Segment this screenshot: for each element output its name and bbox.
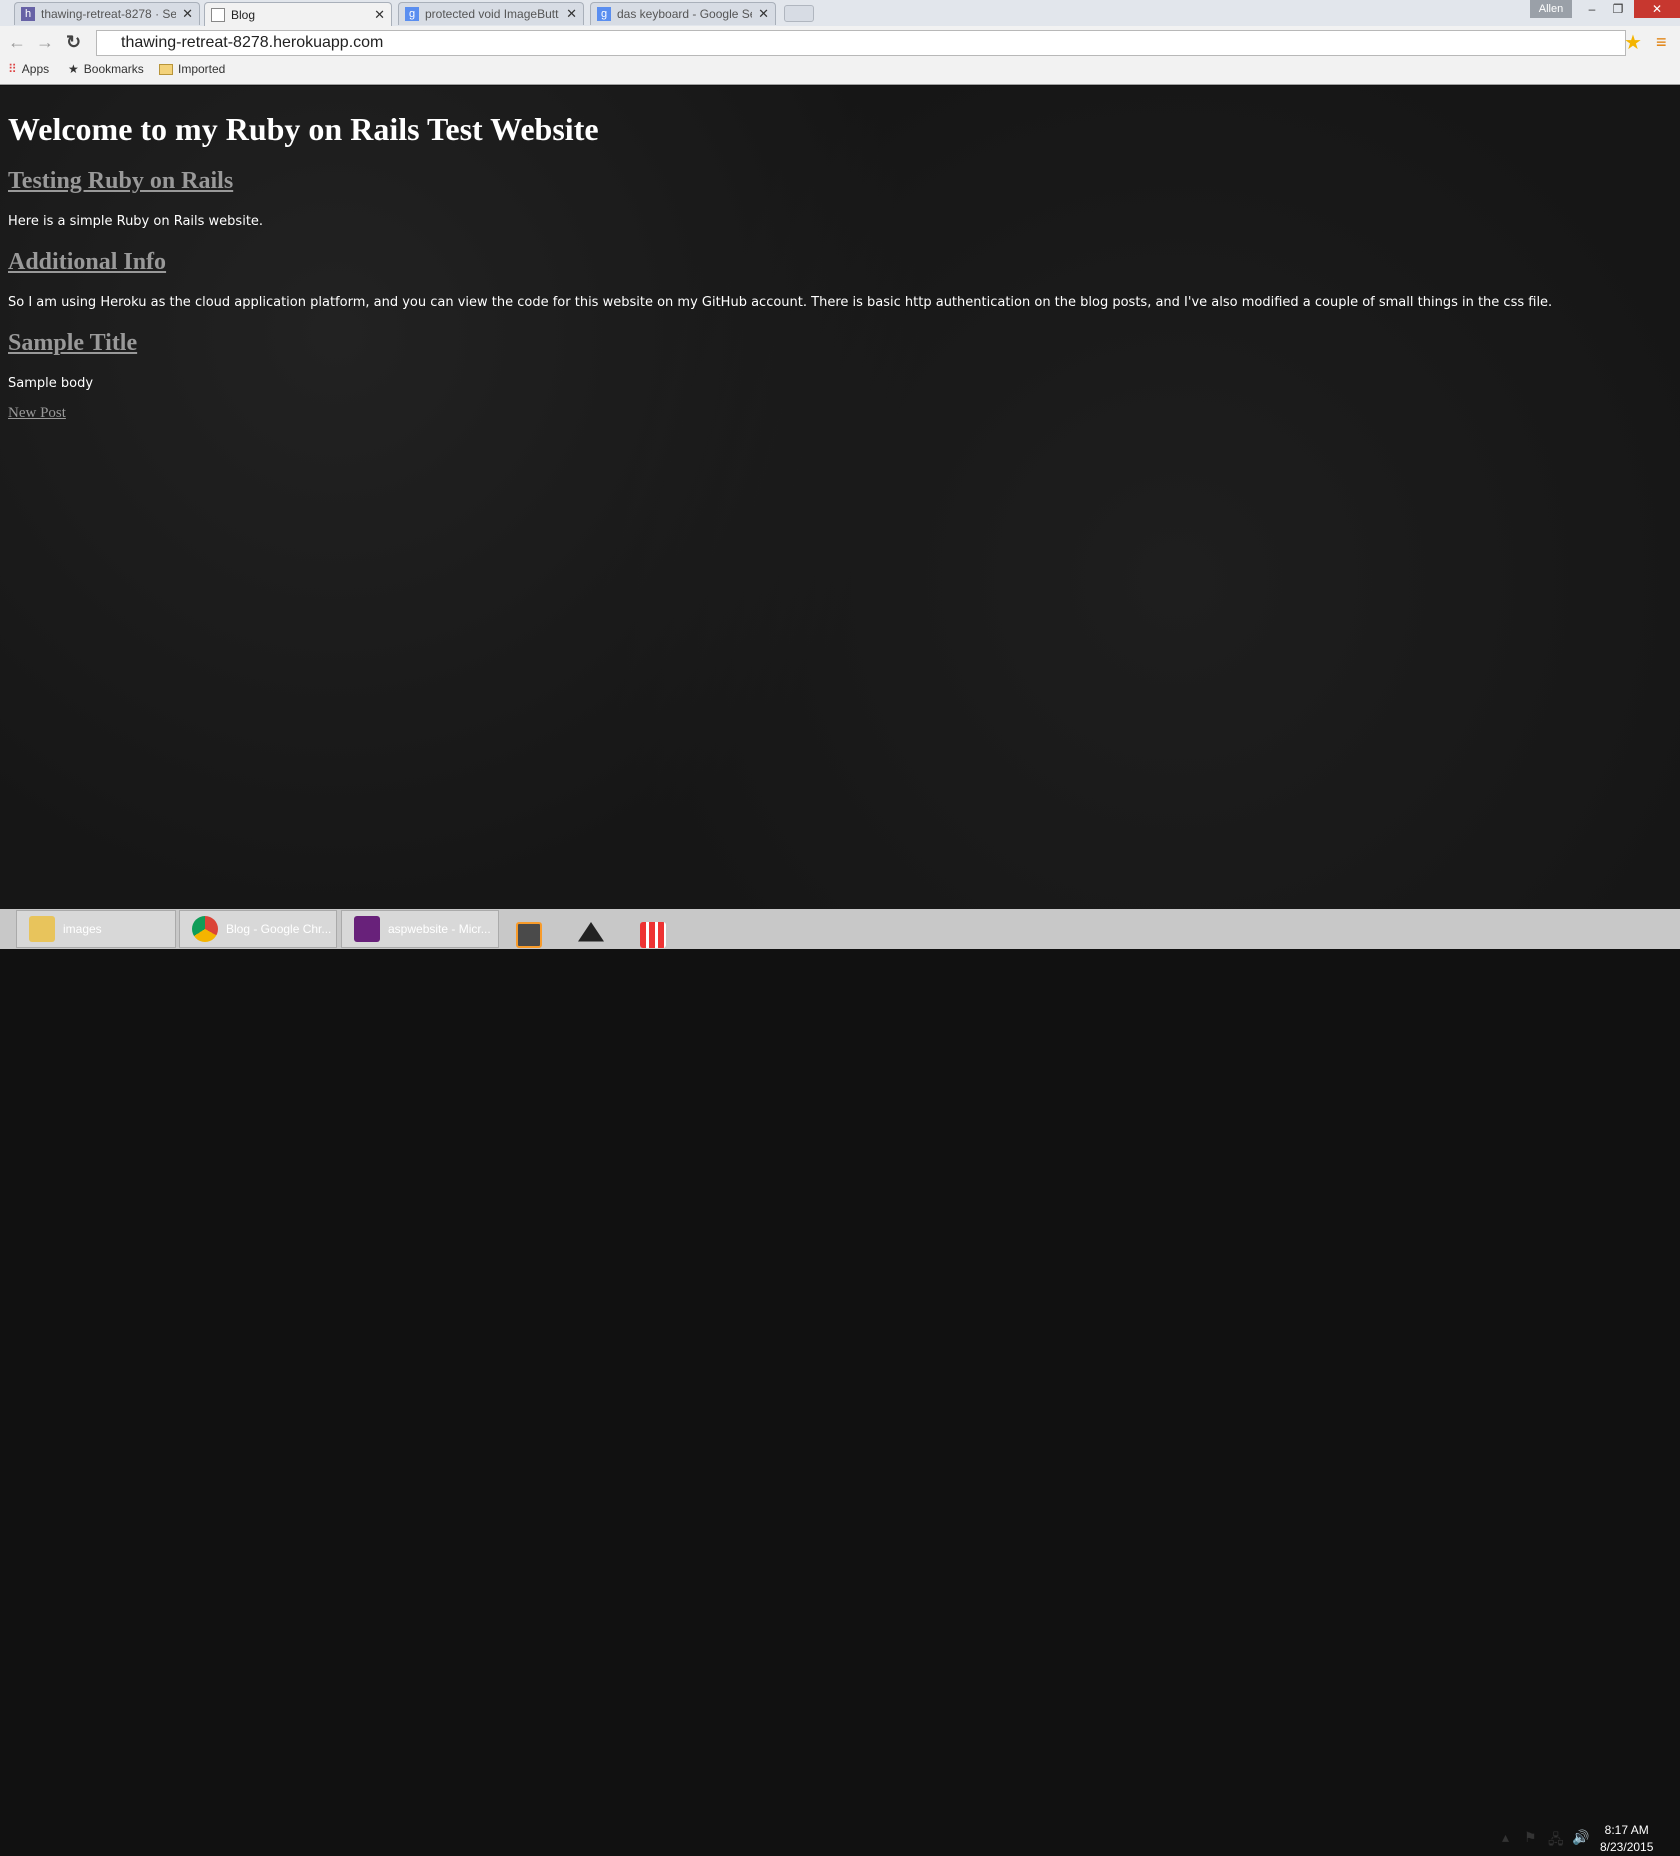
taskbar-item-visual-studio[interactable]: aspwebsite - Micr... xyxy=(341,910,499,948)
post-body: Sample body xyxy=(8,376,94,391)
chrome-menu-icon[interactable]: ≡ xyxy=(1656,32,1667,53)
google-icon: g xyxy=(597,7,611,21)
star-icon: ★ xyxy=(68,62,79,76)
post-body: So I am using Heroku as the cloud applic… xyxy=(8,295,1553,310)
apps-grid-icon: ⠿ xyxy=(8,62,17,76)
new-post-link[interactable]: New Post xyxy=(8,405,1672,422)
forward-button[interactable]: → xyxy=(36,32,54,53)
close-tab-icon[interactable]: ✕ xyxy=(182,6,193,22)
close-window-button[interactable]: ✕ xyxy=(1634,0,1680,18)
post-title: Additional Info xyxy=(8,249,1672,276)
close-tab-icon[interactable]: ✕ xyxy=(758,6,769,22)
tab-heroku[interactable]: h thawing-retreat-8278 · Se ✕ xyxy=(14,2,200,25)
apps-icon xyxy=(640,922,666,948)
close-tab-icon[interactable]: ✕ xyxy=(566,6,577,22)
back-button[interactable]: ← xyxy=(8,32,26,53)
post-title: Sample Title xyxy=(8,330,1672,357)
new-tab-button[interactable] xyxy=(784,5,814,22)
taskbar-unity[interactable] xyxy=(566,916,604,954)
action-center-flag-icon[interactable]: ⚑ xyxy=(1524,1829,1537,1846)
clock[interactable]: 8:17 AM 8/23/2015 xyxy=(1600,1822,1653,1856)
restore-button[interactable]: ❐ xyxy=(1603,0,1633,18)
address-bar[interactable]: thawing-retreat-8278.herokuapp.com xyxy=(96,30,1626,56)
page-title: Welcome to my Ruby on Rails Test Website xyxy=(8,111,599,147)
folder-icon xyxy=(29,916,55,942)
post-title-link[interactable]: Testing Ruby on Rails xyxy=(8,168,233,194)
bookmark-star-icon[interactable]: ★ xyxy=(1624,30,1642,55)
bookmark-apps[interactable]: ⠿ Apps xyxy=(8,62,49,76)
close-tab-icon[interactable]: ✕ xyxy=(374,7,385,23)
taskbar: images Blog - Google Chr... aspwebsite -… xyxy=(0,909,1680,1854)
heroku-icon: h xyxy=(21,7,35,21)
taskbar-apps[interactable] xyxy=(628,916,666,954)
post-body: Here is a simple Ruby on Rails website. xyxy=(8,214,264,229)
tab-blog[interactable]: Blog ✕ xyxy=(204,2,392,26)
show-hidden-icons[interactable]: ▴ xyxy=(1502,1829,1509,1846)
sublime-text-icon xyxy=(516,922,542,948)
taskbar-sublime[interactable] xyxy=(504,916,542,954)
post-title-link[interactable]: Sample Title xyxy=(8,330,137,356)
reload-button[interactable]: ↻ xyxy=(66,32,81,53)
bookmark-imported[interactable]: Imported xyxy=(159,62,225,76)
post-title-link[interactable]: Additional Info xyxy=(8,249,166,275)
taskbar-item-images[interactable]: images xyxy=(16,910,176,948)
visual-studio-icon xyxy=(354,916,380,942)
page-content: Welcome to my Ruby on Rails Test Website… xyxy=(0,86,1680,909)
post-title: Testing Ruby on Rails xyxy=(8,168,1672,195)
volume-icon[interactable]: 🔊 xyxy=(1572,1829,1589,1846)
bookmark-bookmarks[interactable]: ★ Bookmarks xyxy=(68,62,144,76)
tab-google-search-1[interactable]: g protected void ImageButt ✕ xyxy=(398,2,584,25)
tab-google-search-2[interactable]: g das keyboard - Google Se ✕ xyxy=(590,2,776,25)
profile-button[interactable]: Allen xyxy=(1530,0,1572,18)
page-icon xyxy=(211,7,225,22)
chrome-icon xyxy=(192,916,218,942)
taskbar-item-chrome[interactable]: Blog - Google Chr... xyxy=(179,910,337,948)
folder-icon xyxy=(159,63,173,75)
unity-icon xyxy=(578,922,604,942)
tab-strip: h thawing-retreat-8278 · Se ✕ Blog ✕ g prote… xyxy=(0,0,1680,26)
browser-chrome: h thawing-retreat-8278 · Se ✕ Blog ✕ g prote… xyxy=(0,0,1680,85)
network-icon[interactable]: 🖧 xyxy=(1548,1829,1564,1853)
google-icon: g xyxy=(405,7,419,21)
